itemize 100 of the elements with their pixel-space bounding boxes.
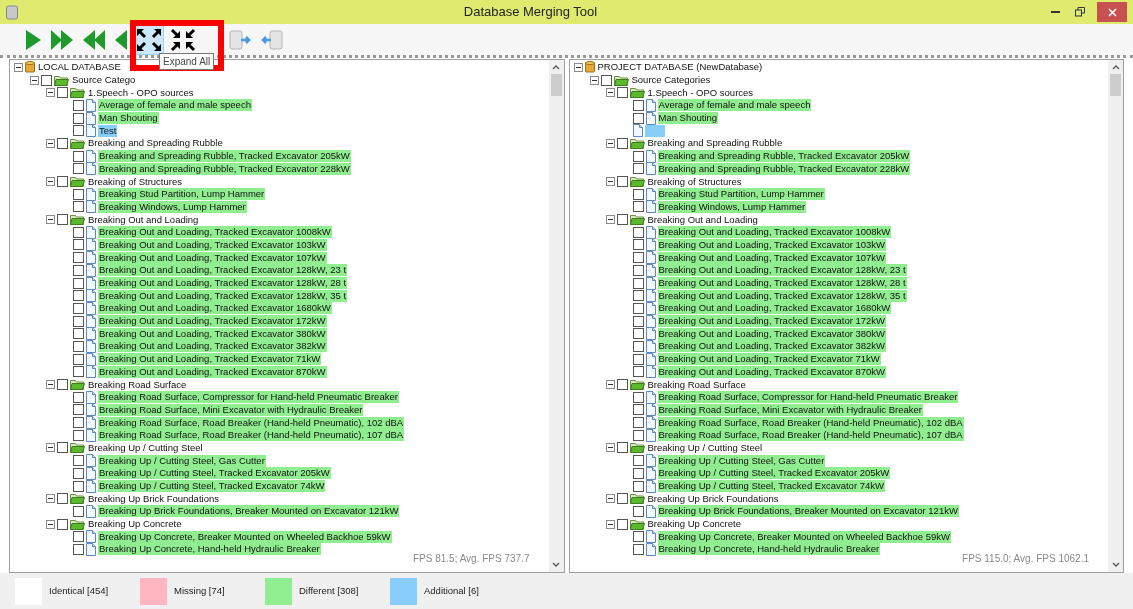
tree-item[interactable]: Breaking Road Surface, Compressor for Hand-held Pneumatic Breaker bbox=[98, 391, 399, 404]
tree-item[interactable]: Source Categories bbox=[630, 74, 712, 87]
checkbox[interactable] bbox=[632, 455, 644, 467]
checkbox[interactable] bbox=[73, 188, 84, 200]
tree-item[interactable]: Breaking and Spreading Rubble, Tracked Excavator 205kW bbox=[98, 150, 351, 163]
tree-item[interactable]: Breaking Out and Loading, Tracked Excavator 380kW bbox=[98, 327, 327, 340]
tree-item[interactable]: Average of female and male speech bbox=[98, 99, 252, 112]
checkbox[interactable] bbox=[73, 125, 84, 137]
tree-item[interactable]: Breaking Out and Loading, Tracked Excavator 71kW bbox=[657, 353, 881, 366]
collapse-toggle-icon[interactable] bbox=[605, 177, 615, 187]
tree-item[interactable]: Breaking Out and Loading, Tracked Excavator 172kW bbox=[98, 315, 327, 328]
tree-item[interactable]: Breaking Road Surface bbox=[646, 378, 747, 391]
collapse-toggle-icon[interactable] bbox=[605, 88, 615, 98]
checkbox[interactable] bbox=[632, 252, 644, 264]
tree-item[interactable]: PROJECT DATABASE (NewDatabase) bbox=[596, 61, 764, 74]
tree-item[interactable]: Breaking Out and Loading, Tracked Excavator 172kW bbox=[657, 315, 887, 328]
checkbox[interactable] bbox=[616, 214, 628, 226]
checkbox[interactable] bbox=[632, 531, 644, 543]
tree-item[interactable]: Breaking and Spreading Rubble, Tracked Excavator 228kW bbox=[98, 162, 351, 175]
tree-item[interactable]: Breaking Out and Loading, Tracked Excavator 870kW bbox=[98, 365, 327, 378]
checkbox[interactable] bbox=[632, 366, 644, 378]
tree-item[interactable]: Breaking Out and Loading, Tracked Excavator 1680kW bbox=[98, 302, 332, 315]
checkbox[interactable] bbox=[632, 201, 644, 213]
tree-item[interactable]: Breaking Up / Cutting Steel, Gas Cutter bbox=[98, 454, 266, 467]
checkbox[interactable] bbox=[632, 429, 644, 441]
checkbox[interactable] bbox=[616, 379, 628, 391]
tree-item[interactable]: Breaking Out and Loading, Tracked Excavator 382kW bbox=[98, 340, 327, 353]
tree-item[interactable]: Breaking Up / Cutting Steel, Tracked Excavator 74kW bbox=[98, 480, 326, 493]
checkbox[interactable] bbox=[57, 176, 68, 188]
collapse-toggle-icon[interactable] bbox=[46, 443, 55, 453]
tree-item[interactable]: Breaking Road Surface, Mini Excavator with Hydraulic Breaker bbox=[98, 403, 364, 416]
checkbox[interactable] bbox=[73, 264, 84, 276]
tree-item[interactable]: Breaking Windows, Lump Hammer bbox=[98, 200, 247, 213]
checkbox[interactable] bbox=[73, 505, 84, 517]
tree-item[interactable]: Breaking and Spreading Rubble, Tracked Excavator 228kW bbox=[657, 162, 911, 175]
checkbox[interactable] bbox=[73, 480, 84, 492]
checkbox[interactable] bbox=[632, 277, 644, 289]
tree-item[interactable]: Breaking Road Surface, Mini Excavator with Hydraulic Breaker bbox=[657, 403, 923, 416]
tree-item[interactable]: Breaking Road Surface, Road Breaker (Hand-held Pneumatic), 107 dBA bbox=[98, 429, 405, 442]
collapse-toggle-icon[interactable] bbox=[46, 138, 55, 148]
tree-item[interactable]: Breaking Out and Loading, Tracked Excavator 382kW bbox=[657, 340, 887, 353]
tree-item[interactable]: Breaking Up Brick Foundations, Breaker Mounted on Excavator 121kW bbox=[98, 505, 400, 518]
collapse-toggle-icon[interactable] bbox=[46, 519, 55, 529]
checkbox[interactable] bbox=[616, 87, 628, 99]
collapse-toggle-icon[interactable] bbox=[46, 380, 55, 390]
tree-item[interactable]: Breaking Out and Loading, Tracked Excavator 128kW, 23 t bbox=[98, 264, 348, 277]
tree-item[interactable]: Breaking Out and Loading, Tracked Excavator 107kW bbox=[98, 251, 327, 264]
collapse-toggle-icon[interactable] bbox=[46, 215, 55, 225]
tree-item[interactable]: Breaking and Spreading Rubble bbox=[87, 137, 224, 150]
tree-item[interactable]: Breaking of Structures bbox=[87, 175, 183, 188]
checkbox[interactable] bbox=[73, 429, 84, 441]
collapse-toggle-icon[interactable] bbox=[605, 494, 615, 504]
checkbox[interactable] bbox=[73, 277, 84, 289]
checkbox[interactable] bbox=[632, 340, 644, 352]
checkbox[interactable] bbox=[73, 467, 84, 479]
checkbox[interactable] bbox=[616, 442, 628, 454]
checkbox[interactable] bbox=[632, 226, 644, 238]
scroll-down-icon[interactable] bbox=[1111, 562, 1120, 568]
scroll-down-icon[interactable] bbox=[552, 562, 560, 568]
tree-item[interactable]: Breaking Up Concrete, Hand-held Hydraulic Breaker bbox=[657, 543, 881, 556]
checkbox[interactable] bbox=[632, 543, 644, 555]
tree-item[interactable]: Breaking Out and Loading, Tracked Excavator 103kW bbox=[98, 238, 327, 251]
checkbox[interactable] bbox=[600, 74, 612, 86]
checkbox[interactable] bbox=[73, 302, 84, 314]
tree-item[interactable]: Breaking Stud Partition, Lump Hammer bbox=[98, 188, 266, 201]
scrollbar[interactable] bbox=[548, 60, 564, 572]
checkbox[interactable] bbox=[73, 201, 84, 213]
tree-item[interactable]: Breaking Road Surface, Road Breaker (Hand-held Pneumatic), 102 dBA bbox=[98, 416, 405, 429]
tree-item[interactable]: Breaking Up Concrete bbox=[87, 518, 183, 531]
tree-item[interactable]: Breaking Out and Loading, Tracked Excavator 1680kW bbox=[657, 302, 892, 315]
tree-item[interactable]: Breaking Up Concrete, Breaker Mounted on Wheeled Backhoe 59kW bbox=[657, 530, 951, 543]
tree-item[interactable]: Breaking Up / Cutting Steel bbox=[646, 441, 764, 454]
tree-item[interactable]: Breaking Up Concrete bbox=[646, 518, 742, 531]
tree-item[interactable]: Man Shouting bbox=[98, 112, 159, 125]
tree-item[interactable]: Breaking and Spreading Rubble, Tracked Excavator 205kW bbox=[657, 150, 911, 163]
checkbox[interactable] bbox=[73, 340, 84, 352]
checkbox[interactable] bbox=[73, 163, 84, 175]
checkbox[interactable] bbox=[616, 176, 628, 188]
tree-item[interactable]: 1.Speech - OPO sources bbox=[646, 86, 755, 99]
tree-item[interactable]: Breaking Out and Loading, Tracked Excavator 103kW bbox=[657, 238, 887, 251]
checkbox[interactable] bbox=[57, 442, 68, 454]
checkbox[interactable] bbox=[73, 315, 84, 327]
scrollbar-thumb[interactable] bbox=[1110, 74, 1121, 96]
scrollbar-thumb[interactable] bbox=[550, 74, 562, 96]
checkbox[interactable] bbox=[57, 137, 68, 149]
scroll-up-icon[interactable] bbox=[1111, 64, 1120, 70]
checkbox[interactable] bbox=[73, 328, 84, 340]
scroll-up-icon[interactable] bbox=[552, 64, 560, 70]
checkbox[interactable] bbox=[73, 531, 84, 543]
checkbox[interactable] bbox=[632, 505, 644, 517]
close-button[interactable] bbox=[1097, 2, 1127, 22]
checkbox[interactable] bbox=[73, 417, 84, 429]
collapse-toggle-icon[interactable] bbox=[605, 443, 615, 453]
tree-item[interactable]: Breaking Out and Loading bbox=[87, 213, 200, 226]
tree-item[interactable]: Breaking Out and Loading, Tracked Excavator 1008kW bbox=[657, 226, 892, 239]
checkbox[interactable] bbox=[73, 543, 84, 555]
tree-item[interactable]: Breaking Out and Loading, Tracked Excavator 380kW bbox=[657, 327, 887, 340]
tree-item[interactable]: Breaking Up Concrete, Hand-held Hydraulic Breaker bbox=[98, 543, 321, 556]
checkbox[interactable] bbox=[632, 188, 644, 200]
checkbox[interactable] bbox=[632, 150, 644, 162]
